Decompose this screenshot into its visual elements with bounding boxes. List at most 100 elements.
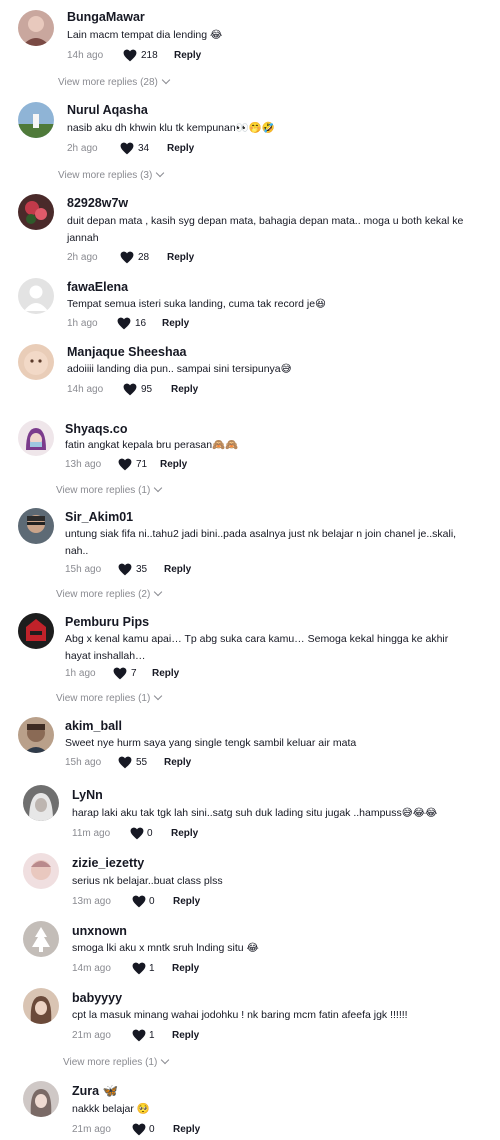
- heart-icon[interactable]: [123, 383, 137, 396]
- reply-button[interactable]: Reply: [164, 757, 191, 768]
- avatar[interactable]: [18, 613, 54, 649]
- avatar[interactable]: [18, 194, 54, 230]
- avatar[interactable]: [18, 344, 54, 380]
- comment-username[interactable]: Zura 🦋: [72, 1084, 118, 1099]
- comment-username[interactable]: fawaElena: [67, 280, 128, 294]
- comment-text: Tempat semua isteri suka landing, cuma t…: [67, 298, 326, 310]
- comment-username[interactable]: Nurul Aqasha: [67, 103, 148, 117]
- comment-time: 1h ago: [67, 318, 98, 329]
- avatar[interactable]: [18, 508, 54, 544]
- view-more-replies-label: View more replies (1): [56, 693, 151, 704]
- reply-button[interactable]: Reply: [160, 459, 187, 470]
- avatar[interactable]: [18, 420, 54, 456]
- avatar[interactable]: [18, 278, 54, 314]
- heart-icon[interactable]: [118, 458, 132, 471]
- comment-time: 21m ago: [72, 1124, 111, 1135]
- comment-text: Lain macm tempat dia lending 😂: [67, 29, 223, 41]
- avatar[interactable]: [18, 717, 54, 753]
- comment-username[interactable]: Pemburu Pips: [65, 615, 149, 629]
- like-count: 1: [149, 963, 155, 974]
- avatar-image: [23, 785, 59, 821]
- heart-icon[interactable]: [120, 251, 134, 264]
- heart-icon[interactable]: [123, 49, 137, 62]
- reply-button[interactable]: Reply: [167, 143, 194, 154]
- comment-text: serius nk belajar..buat class plss: [72, 875, 223, 887]
- avatar[interactable]: [18, 102, 54, 138]
- heart-icon[interactable]: [117, 317, 131, 330]
- avatar-image: [18, 194, 54, 230]
- view-more-replies[interactable]: View more replies (28): [58, 75, 171, 88]
- view-more-replies[interactable]: View more replies (1): [56, 483, 163, 496]
- heart-icon[interactable]: [132, 895, 146, 908]
- like-count: 0: [147, 828, 153, 839]
- comment-time: 15h ago: [65, 564, 102, 575]
- view-more-replies[interactable]: View more replies (1): [63, 1055, 170, 1068]
- comment-username[interactable]: Shyaqs.co: [65, 422, 128, 436]
- reply-button[interactable]: Reply: [164, 564, 191, 575]
- reply-button[interactable]: Reply: [172, 1030, 199, 1041]
- reply-button[interactable]: Reply: [173, 1124, 200, 1135]
- avatar[interactable]: [23, 921, 59, 957]
- chevron-down-icon: [156, 168, 165, 178]
- avatar[interactable]: [23, 785, 59, 821]
- view-more-replies[interactable]: View more replies (3): [58, 168, 165, 181]
- reply-button[interactable]: Reply: [152, 668, 179, 679]
- comment-username[interactable]: Manjaque Sheeshaa: [67, 345, 187, 359]
- like-count: 1: [149, 1030, 155, 1041]
- comment-text: fatin angkat kepala bru perasan🙈🙈: [65, 439, 239, 451]
- reply-button[interactable]: Reply: [171, 828, 198, 839]
- avatar[interactable]: [18, 10, 54, 46]
- chevron-down-icon: [161, 75, 171, 85]
- avatar[interactable]: [23, 988, 59, 1024]
- comment-username[interactable]: babyyyy: [72, 991, 122, 1005]
- reply-button[interactable]: Reply: [167, 252, 194, 263]
- comment-text: harap laki aku tak tgk lah sini..satg su…: [72, 807, 438, 819]
- comment-time: 15h ago: [65, 757, 102, 768]
- comment-text: nakkk belajar 🥺: [72, 1103, 150, 1115]
- like-count: 218: [141, 50, 158, 61]
- like-count: 34: [138, 143, 150, 154]
- avatar-image: [18, 508, 54, 544]
- view-more-replies-label: View more replies (2): [56, 589, 151, 600]
- chevron-down-icon: [154, 587, 163, 597]
- heart-icon[interactable]: [130, 827, 144, 840]
- comment-username[interactable]: LyNn: [72, 788, 103, 802]
- reply-button[interactable]: Reply: [172, 963, 199, 974]
- default-avatar-icon: [18, 278, 54, 314]
- avatar[interactable]: [23, 853, 59, 889]
- comment-time: 1h ago: [65, 668, 96, 679]
- heart-icon[interactable]: [132, 1123, 146, 1136]
- chevron-down-icon: [154, 691, 163, 701]
- reply-button[interactable]: Reply: [173, 896, 200, 907]
- reply-button[interactable]: Reply: [174, 50, 201, 61]
- comment-username[interactable]: zizie_iezetty: [72, 856, 144, 870]
- heart-icon[interactable]: [113, 667, 127, 680]
- reply-button[interactable]: Reply: [171, 384, 198, 395]
- comment-time: 14h ago: [67, 384, 104, 395]
- heart-icon[interactable]: [118, 756, 132, 769]
- comment-text: Sweet nye hurm saya yang single tengk sa…: [65, 737, 357, 749]
- comment-username[interactable]: unxnown: [72, 924, 127, 938]
- comment-username[interactable]: 82928w7w: [67, 196, 128, 210]
- avatar-image: [18, 717, 54, 753]
- comment-username[interactable]: akim_ball: [65, 719, 122, 733]
- like-count: 0: [149, 896, 155, 907]
- comment-text: nasib aku dh khwin klu tk kempunan👀🤭🤣: [67, 122, 275, 134]
- view-more-replies-label: View more replies (28): [58, 77, 158, 88]
- view-more-replies[interactable]: View more replies (1): [56, 691, 163, 704]
- heart-icon[interactable]: [118, 563, 132, 576]
- like-count: 0: [149, 1124, 155, 1135]
- heart-icon[interactable]: [132, 1029, 146, 1042]
- heart-icon[interactable]: [132, 962, 146, 975]
- like-count: 28: [138, 252, 150, 263]
- comment-text: adoiiii landing dia pun.. sampai sini te…: [67, 363, 292, 375]
- comment-text: smoga lki aku x mntk sruh lnding situ 😂: [72, 942, 259, 954]
- avatar[interactable]: [23, 1081, 59, 1117]
- comment-username[interactable]: BungaMawar: [67, 10, 145, 24]
- heart-icon[interactable]: [120, 142, 134, 155]
- comment-time: 13h ago: [65, 459, 102, 470]
- like-count: 16: [135, 318, 147, 329]
- comment-username[interactable]: Sir_Akim01: [65, 510, 133, 524]
- view-more-replies[interactable]: View more replies (2): [56, 587, 163, 600]
- reply-button[interactable]: Reply: [162, 318, 189, 329]
